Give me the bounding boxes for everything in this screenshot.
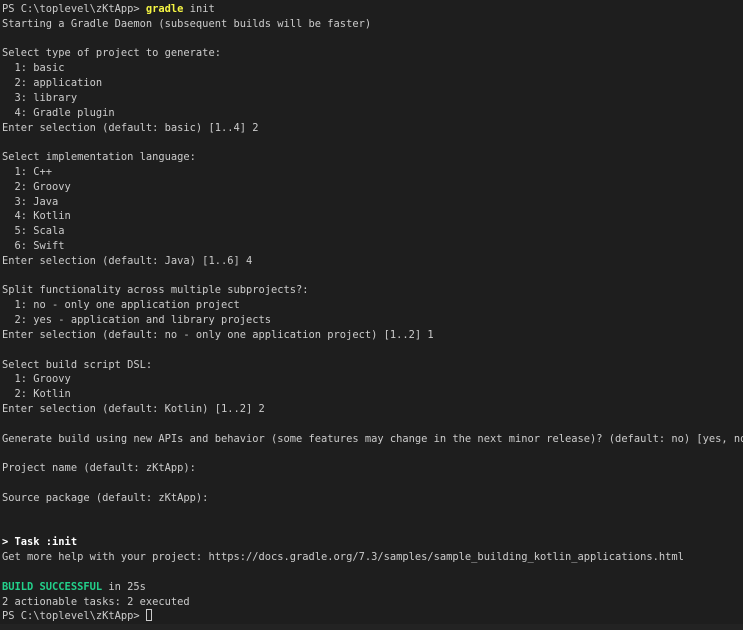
terminal-line <box>2 343 743 358</box>
terminal-text-segment: 1: no - only one application project <box>2 299 240 312</box>
terminal-line <box>2 476 743 491</box>
terminal-text-segment: > Task :init <box>2 536 78 549</box>
terminal-cursor <box>145 609 152 621</box>
terminal-line: 1: basic <box>2 61 743 76</box>
terminal-line: 1: C++ <box>2 165 743 180</box>
terminal-text-segment: gradle <box>145 3 184 15</box>
terminal-line: 1: no - only one application project <box>2 298 743 313</box>
terminal-text-segment: in 25s <box>102 580 146 593</box>
terminal-line <box>2 506 743 521</box>
terminal-text-segment: Select type of project to generate: <box>2 47 221 60</box>
terminal-text-segment: Get more help with your project: https:/… <box>2 551 684 564</box>
terminal-text-segment: 4: Kotlin <box>2 210 71 223</box>
terminal-output: PS C:\toplevel\zKtApp> gradle init Starti… <box>2 2 743 624</box>
terminal-text-segment: 2: Groovy <box>2 180 71 193</box>
terminal-text-segment: 4: Gradle plugin <box>2 106 115 119</box>
terminal-line: Starting a Gradle Daemon (subsequent bui… <box>2 17 743 32</box>
terminal-text-segment: Starting a Gradle Daemon (subsequent bui… <box>2 17 372 30</box>
terminal-line: > Task :init <box>2 535 743 550</box>
terminal-text-segment: 1: C++ <box>2 165 53 178</box>
terminal-text-segment: BUILD SUCCESSFUL <box>2 580 103 593</box>
terminal-line: Select build script DSL: <box>2 358 743 373</box>
terminal-line: 3: library <box>2 91 743 106</box>
terminal-line <box>2 520 743 535</box>
terminal-text-segment: Enter selection (default: Java) [1..6] 4 <box>2 254 253 267</box>
terminal-line: 1: Groovy <box>2 372 743 387</box>
terminal-text-segment: 2 actionable tasks: 2 executed <box>2 595 190 608</box>
terminal-text-segment: PS C:\toplevel\zKtApp> <box>2 610 146 623</box>
terminal-line <box>2 32 743 47</box>
terminal-text-segment: Enter selection (default: no - only one … <box>2 328 434 341</box>
terminal-line: Get more help with your project: https:/… <box>2 550 743 565</box>
terminal-line: BUILD SUCCESSFUL in 25s <box>2 580 743 595</box>
terminal-text-segment: Split functionality across multiple subp… <box>2 284 309 297</box>
terminal-line: 2: Groovy <box>2 180 743 195</box>
terminal-text-segment: 2: application <box>2 77 103 90</box>
terminal-text-segment: Select build script DSL: <box>2 358 153 371</box>
terminal-text-segment: PS C:\toplevel\zKtApp> <box>2 3 146 15</box>
terminal-line: 5: Scala <box>2 224 743 239</box>
terminal-text-segment: Select implementation language: <box>2 151 196 164</box>
terminal-line <box>2 446 743 461</box>
terminal-line: 6: Swift <box>2 239 743 254</box>
terminal-text-segment: init <box>183 3 215 15</box>
terminal-line: 2: application <box>2 76 743 91</box>
terminal-line <box>2 269 743 284</box>
terminal-text-segment: Enter selection (default: Kotlin) [1..2]… <box>2 402 265 415</box>
terminal-text-segment: 3: Java <box>2 195 59 208</box>
terminal-line: 2: yes - application and library project… <box>2 313 743 328</box>
terminal-text-segment: Source package (default: zKtApp): <box>2 491 209 504</box>
terminal-line: 4: Kotlin <box>2 209 743 224</box>
terminal-line: 2: Kotlin <box>2 387 743 402</box>
terminal-line: Generate build using new APIs and behavi… <box>2 432 743 447</box>
terminal-line: Project name (default: zKtApp): <box>2 461 743 476</box>
terminal-line: Enter selection (default: Java) [1..6] 4 <box>2 254 743 269</box>
terminal-line: PS C:\toplevel\zKtApp> gradle init <box>2 2 743 17</box>
terminal-text-segment: Project name (default: zKtApp): <box>2 462 196 475</box>
terminal-text-segment: 5: Scala <box>2 225 65 238</box>
terminal-line: Enter selection (default: Kotlin) [1..2]… <box>2 402 743 417</box>
terminal-text-segment: 1: basic <box>2 62 65 75</box>
terminal-text-segment: Enter selection (default: basic) [1..4] … <box>2 121 259 134</box>
terminal-line <box>2 135 743 150</box>
terminal-line: Enter selection (default: basic) [1..4] … <box>2 121 743 136</box>
terminal-text-segment: Generate build using new APIs and behavi… <box>2 432 743 445</box>
terminal-line: Source package (default: zKtApp): <box>2 491 743 506</box>
terminal-line <box>2 565 743 580</box>
terminal-text-segment: 6: Swift <box>2 240 65 252</box>
terminal-line: Select implementation language: <box>2 150 743 165</box>
terminal-bottom-edge <box>0 624 743 630</box>
terminal-text-segment: 2: yes - application and library project… <box>2 314 272 327</box>
terminal-line: Enter selection (default: no - only one … <box>2 328 743 343</box>
terminal-line <box>2 417 743 432</box>
terminal-line: PS C:\toplevel\zKtApp> <box>2 609 743 624</box>
terminal-window[interactable]: PS C:\toplevel\zKtApp> gradle init Starti… <box>0 0 743 630</box>
terminal-line: 2 actionable tasks: 2 executed <box>2 595 743 610</box>
terminal-line: 3: Java <box>2 195 743 210</box>
terminal-line: Select type of project to generate: <box>2 46 743 61</box>
terminal-text-segment: 2: Kotlin <box>2 388 71 401</box>
terminal-text-segment: 1: Groovy <box>2 373 71 386</box>
terminal-line: Split functionality across multiple subp… <box>2 283 743 298</box>
terminal-text-segment: 3: library <box>2 91 78 104</box>
terminal-line: 4: Gradle plugin <box>2 106 743 121</box>
